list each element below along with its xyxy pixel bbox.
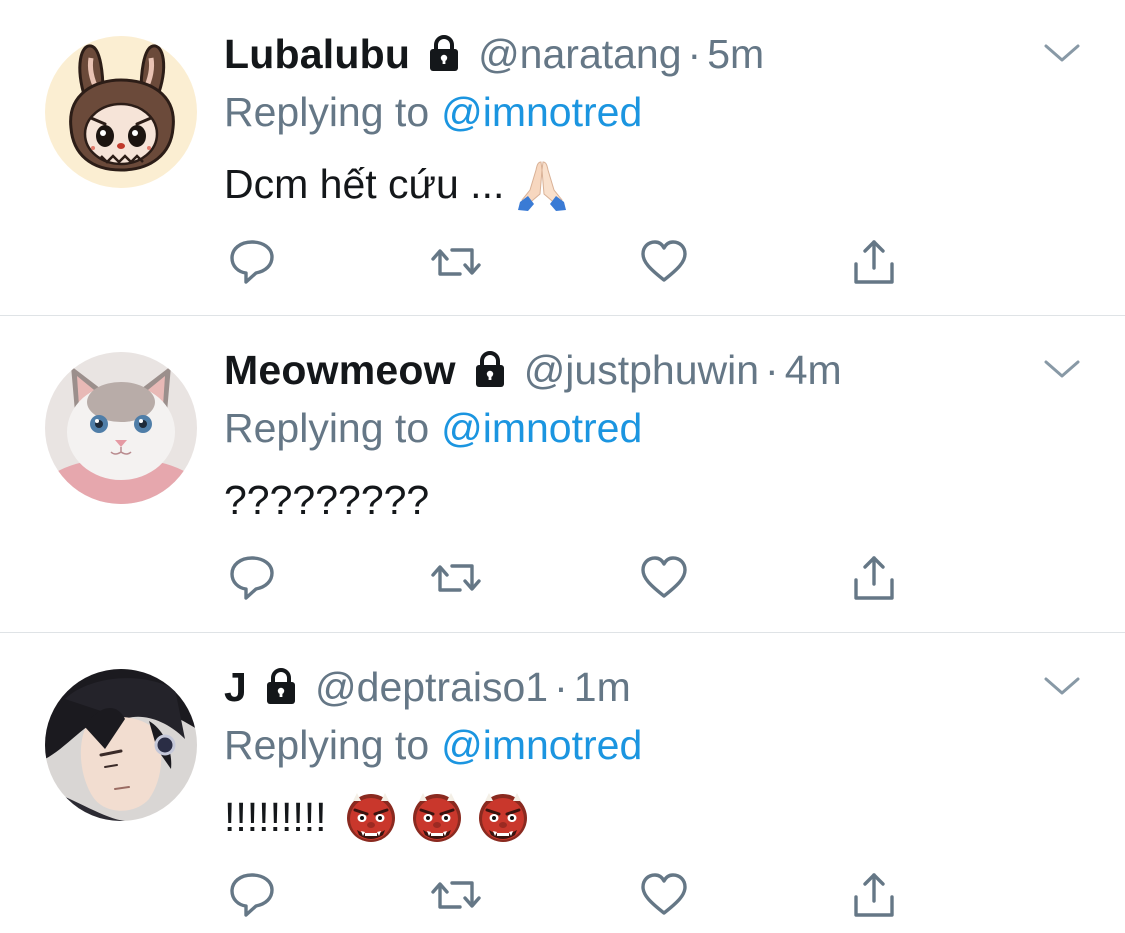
tweet-actions [224,552,924,604]
share-icon [854,556,894,600]
display-name[interactable]: Meowmeow [224,347,456,394]
tweet-text: ????????? [224,474,429,526]
retweet-icon [431,564,481,592]
ogre-icon [475,789,531,845]
heart-icon [641,556,687,598]
like-button[interactable] [638,869,694,921]
separator-dot: · [554,663,568,710]
tweet-text-content: !!!!!!!!! [224,793,327,840]
replying-to: Replying to @imnotred [224,88,642,136]
display-name[interactable]: J [224,664,247,711]
separator-dot: · [687,30,702,77]
share-button[interactable] [848,869,904,921]
tweet-text: Dcm hết cứu ... [224,156,570,212]
mention-link[interactable]: @imnotred [441,405,642,452]
reply-icon [230,873,274,917]
white-cat-avatar-icon [45,352,197,504]
reply-icon [230,556,274,600]
tweet[interactable]: Meowmeow @justphuwin · 4m Replying to @i… [0,316,1125,633]
retweet-button[interactable] [430,236,486,288]
monster-plush-avatar-icon [45,36,197,188]
like-button[interactable] [638,236,694,288]
heart-icon [641,240,687,282]
anime-character-avatar-icon [45,669,197,821]
tweet-text-content: ????????? [224,476,430,523]
replying-to: Replying to @imnotred [224,404,642,452]
chevron-down-icon[interactable] [1042,354,1082,384]
share-icon [854,240,894,284]
replying-to: Replying to @imnotred [224,721,642,769]
replying-label: Replying to [224,404,430,451]
ogre-icon [343,789,399,845]
tweet-text-content: Dcm hết cứu ... [224,160,505,207]
timestamp[interactable]: 5m [707,31,764,78]
username[interactable]: @naratang [478,31,681,78]
retweet-icon [431,248,481,276]
chevron-down-icon[interactable] [1042,38,1082,68]
retweet-button[interactable] [430,552,486,604]
ogre-icon [409,789,465,845]
replying-label: Replying to [224,88,430,135]
tweet-actions [224,869,924,921]
avatar[interactable] [45,352,197,504]
reply-button[interactable] [226,236,282,288]
tweet-text: !!!!!!!!! [224,789,531,845]
mention-link[interactable]: @imnotred [441,89,642,136]
mention-link[interactable]: @imnotred [441,722,642,769]
lock-icon [261,667,301,707]
reply-button[interactable] [226,869,282,921]
tweet-header: J @deptraiso1 · 1m [224,661,631,713]
tweet-actions [224,236,924,288]
timestamp[interactable]: 1m [574,664,631,711]
tweet[interactable]: Lubalubu @naratang · 5m Replying to @imn… [0,0,1125,316]
tweet-header: Meowmeow @justphuwin · 4m [224,344,842,396]
chevron-down-icon[interactable] [1042,671,1082,701]
tweet[interactable]: J @deptraiso1 · 1m Replying to @imnotred… [0,633,1125,933]
avatar[interactable] [45,669,197,821]
display-name[interactable]: Lubalubu [224,31,410,78]
reply-button[interactable] [226,552,282,604]
folded-hands-icon [514,156,570,212]
lock-icon [470,350,510,390]
share-button[interactable] [848,552,904,604]
reply-icon [230,240,274,284]
share-icon [854,873,894,917]
replying-label: Replying to [224,721,430,768]
separator-dot: · [765,346,779,393]
username[interactable]: @deptraiso1 [315,664,548,711]
avatar[interactable] [45,36,197,188]
username[interactable]: @justphuwin [524,347,759,394]
retweet-icon [431,881,481,909]
heart-icon [641,873,687,915]
timestamp[interactable]: 4m [785,347,842,394]
like-button[interactable] [638,552,694,604]
tweet-header: Lubalubu @naratang · 5m [224,28,764,80]
share-button[interactable] [848,236,904,288]
retweet-button[interactable] [430,869,486,921]
lock-icon [424,34,464,74]
